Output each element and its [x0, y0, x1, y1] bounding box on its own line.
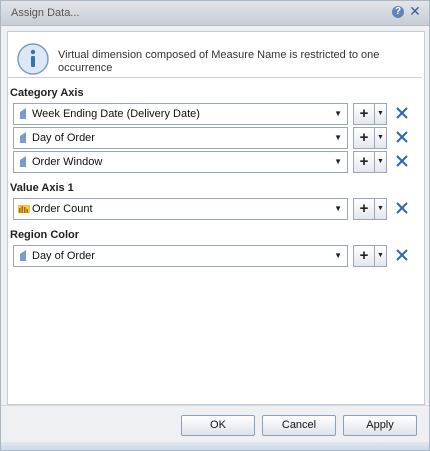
category-axis-field-1[interactable]: Week Ending Date (Delivery Date) ▼ — [13, 103, 348, 125]
add-menu-caret-icon[interactable]: ▼ — [375, 128, 386, 148]
value-axis-field-1[interactable]: Order Count ▼ — [13, 198, 348, 220]
add-object-button[interactable]: + ▼ — [353, 127, 387, 149]
add-menu-caret-icon[interactable]: ▼ — [375, 152, 386, 172]
dropdown-arrow-icon[interactable]: ▼ — [334, 109, 342, 118]
info-message: Virtual dimension composed of Measure Na… — [16, 42, 416, 78]
add-object-button[interactable]: + ▼ — [353, 245, 387, 267]
dimension-icon — [20, 108, 26, 119]
dropdown-arrow-icon[interactable]: ▼ — [334, 157, 342, 166]
dialog-titlebar[interactable]: Assign Data... ? ✕ — [1, 1, 429, 26]
field-value: Week Ending Date (Delivery Date) — [32, 108, 200, 120]
cancel-button[interactable]: Cancel — [262, 415, 336, 436]
remove-icon[interactable] — [395, 248, 409, 262]
dimension-icon — [20, 156, 26, 167]
info-text: Virtual dimension composed of Measure Na… — [58, 49, 380, 74]
field-value: Order Window — [32, 156, 103, 168]
assignment-panel: Virtual dimension composed of Measure Na… — [7, 31, 425, 405]
category-axis-field-3[interactable]: Order Window ▼ — [13, 151, 348, 173]
add-menu-caret-icon[interactable]: ▼ — [375, 199, 386, 219]
ok-button[interactable]: OK — [181, 415, 255, 436]
region-color-field-1[interactable]: Day of Order ▼ — [13, 245, 348, 267]
remove-icon[interactable] — [395, 154, 409, 168]
dialog-bottom-edge — [1, 442, 429, 450]
remove-icon[interactable] — [395, 106, 409, 120]
info-icon — [17, 43, 49, 75]
assign-data-dialog: Assign Data... ? ✕ Virtual dimension com… — [0, 0, 430, 451]
plus-icon[interactable]: + — [354, 199, 374, 219]
field-value: Day of Order — [32, 250, 95, 262]
measure-icon — [18, 205, 30, 213]
help-icon[interactable]: ? — [392, 6, 404, 18]
field-value: Order Count — [32, 203, 93, 215]
plus-icon[interactable]: + — [354, 152, 374, 172]
dropdown-arrow-icon[interactable]: ▼ — [334, 204, 342, 213]
region-color-label: Region Color — [10, 229, 80, 241]
plus-icon[interactable]: + — [354, 128, 374, 148]
footer-divider — [1, 405, 429, 406]
value-axis-1-label: Value Axis 1 — [10, 182, 74, 194]
add-object-button[interactable]: + ▼ — [353, 151, 387, 173]
plus-icon[interactable]: + — [354, 104, 374, 124]
dimension-icon — [20, 250, 26, 261]
plus-icon[interactable]: + — [354, 246, 374, 266]
add-menu-caret-icon[interactable]: ▼ — [375, 246, 386, 266]
add-object-button[interactable]: + ▼ — [353, 198, 387, 220]
category-axis-field-2[interactable]: Day of Order ▼ — [13, 127, 348, 149]
add-menu-caret-icon[interactable]: ▼ — [375, 104, 386, 124]
dialog-title: Assign Data... — [11, 7, 80, 19]
close-icon[interactable]: ✕ — [408, 4, 422, 18]
category-axis-label: Category Axis — [10, 87, 84, 99]
divider — [8, 77, 422, 78]
field-value: Day of Order — [32, 132, 95, 144]
remove-icon[interactable] — [395, 130, 409, 144]
dropdown-arrow-icon[interactable]: ▼ — [334, 251, 342, 260]
dimension-icon — [20, 132, 26, 143]
dropdown-arrow-icon[interactable]: ▼ — [334, 133, 342, 142]
add-object-button[interactable]: + ▼ — [353, 103, 387, 125]
remove-icon[interactable] — [395, 201, 409, 215]
apply-button[interactable]: Apply — [343, 415, 417, 436]
